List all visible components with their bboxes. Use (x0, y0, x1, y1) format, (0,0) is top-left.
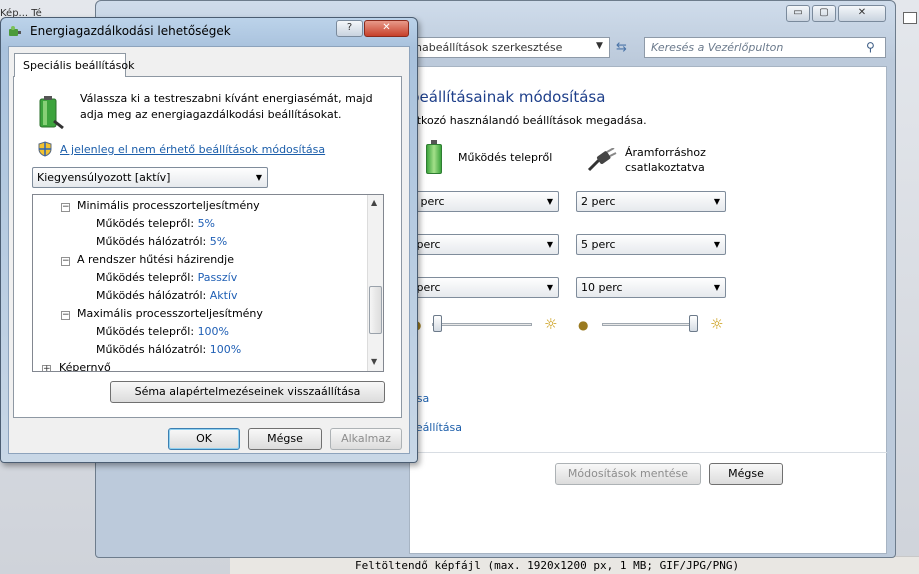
tree-item-value[interactable]: 100% (210, 343, 241, 356)
tree-item[interactable]: Működés hálózatról: 100% (96, 343, 241, 356)
tree-group-display[interactable]: Képernyő (59, 361, 111, 371)
tree-item[interactable]: Működés hálózatról: 5% (96, 235, 227, 248)
chevron-down-icon: ▼ (255, 173, 262, 182)
dim-brightness-icon: ● (578, 318, 589, 332)
tree-item-value[interactable]: Passzív (198, 271, 238, 284)
brightness-battery-slider[interactable] (432, 323, 532, 326)
search-input[interactable]: Keresés a Vezérlőpulton (644, 37, 886, 58)
display-off-ac-select[interactable]: 2 perc ▼ (576, 191, 726, 212)
collapse-toggle[interactable]: − (61, 311, 70, 320)
tree-item[interactable]: Működés telepről: 5% (96, 217, 215, 230)
battery-plug-icon (39, 96, 64, 130)
brightness-battery-thumb[interactable] (433, 315, 442, 332)
dialog-close-button[interactable]: ✕ (364, 20, 409, 37)
tree-group-max-cpu[interactable]: Maximális processzorteljesítmény (77, 307, 263, 320)
tree-scrollbar[interactable] (367, 195, 383, 371)
sleep-ac-select[interactable]: 5 perc ▼ (576, 234, 726, 255)
apply-button[interactable]: Alkalmaz (330, 428, 402, 450)
power-options-icon (9, 26, 21, 36)
battery-icon (426, 144, 442, 174)
cancel-button[interactable]: Mégse (248, 428, 322, 450)
divider (409, 452, 887, 453)
chevron-down-icon: ▼ (713, 240, 720, 249)
brightness-ac-slider[interactable] (602, 323, 698, 326)
scroll-down-icon[interactable]: ▼ (371, 357, 377, 366)
bright-brightness-icon: ☼ (544, 315, 558, 333)
uac-shield-icon (38, 141, 52, 157)
display-off-battery-select[interactable]: 2 perc ▼ (409, 191, 559, 212)
minimize-button[interactable]: ▭ (786, 5, 810, 22)
tree-item-label: Működés hálózatról: (96, 343, 207, 356)
intro-text: Válassza ki a testreszabni kívánt energi… (80, 92, 373, 121)
select-value: 10 perc (581, 281, 623, 294)
column-header-ac: Áramforráshoz csatlakoztatva (625, 145, 706, 175)
brightness-ac-thumb[interactable] (689, 315, 699, 332)
ok-button[interactable]: OK (168, 428, 240, 450)
refresh-icon[interactable]: ⇆ (616, 40, 627, 55)
tree-item[interactable]: Működés hálózatról: Aktív (96, 289, 238, 302)
settings-tree[interactable]: − Minimális processzorteljesítmény Működ… (32, 194, 384, 372)
tree-item[interactable]: Működés telepről: Passzív (96, 271, 237, 284)
restore-plan-defaults-button[interactable]: Séma alapértelmezéseinek visszaállítása (110, 381, 385, 403)
power-plan-select[interactable]: Kiegyensúlyozott [aktív] ▼ (32, 167, 268, 188)
save-changes-button[interactable]: Módosítások mentése (555, 463, 701, 485)
column-header-battery: Működés telepről (458, 151, 553, 164)
column-header-ac-line2: csatlakoztatva (625, 161, 705, 174)
upload-hint-text: Feltöltendő képfájl (max. 1920x1200 px, … (355, 559, 740, 572)
select-value: 5 perc (581, 238, 616, 251)
tree-item-label: Működés telepről: (96, 325, 195, 338)
change-unavailable-settings-link[interactable]: A jelenleg el nem érhető beállítások mód… (60, 143, 325, 156)
collapse-toggle[interactable]: − (61, 203, 70, 212)
tree-item-value[interactable]: 5% (198, 217, 215, 230)
address-dropdown-icon[interactable]: ▼ (596, 41, 603, 51)
expand-toggle[interactable]: + (42, 365, 51, 371)
chevron-down-icon: ▼ (713, 283, 720, 292)
select-value: 2 perc (581, 195, 616, 208)
tree-item-value[interactable]: Aktív (210, 289, 238, 302)
page-title: beállításainak módosítása (410, 88, 606, 106)
window-close-button[interactable]: ✕ (838, 5, 886, 22)
bright-brightness-icon: ☼ (710, 315, 724, 333)
hibernate-battery-select[interactable]: 5 perc ▼ (409, 277, 559, 298)
maximize-button[interactable]: ▢ (812, 5, 836, 22)
chevron-down-icon: ▼ (713, 197, 720, 206)
search-icon[interactable]: ⚲ (866, 40, 875, 54)
tree-item-value[interactable]: 100% (198, 325, 229, 338)
chevron-down-icon: ▼ (546, 283, 553, 292)
printer-icon (903, 12, 917, 24)
tree-item-label: Működés hálózatról: (96, 235, 207, 248)
tab-advanced-settings[interactable]: Speciális beállítások (14, 53, 134, 77)
sleep-battery-select[interactable]: 3 perc ▼ (409, 234, 559, 255)
tree-item-label: Működés telepről: (96, 217, 195, 230)
dialog-title: Energiagazdálkodási lehetőségek (30, 24, 231, 38)
tree-group-min-cpu[interactable]: Minimális processzorteljesítmény (77, 199, 260, 212)
back-cancel-button[interactable]: Mégse (709, 463, 783, 485)
chevron-down-icon: ▼ (546, 240, 553, 249)
tree-item[interactable]: Működés telepről: 100% (96, 325, 229, 338)
tree-item-label: Működés telepről: (96, 271, 195, 284)
tree-group-cooling-policy[interactable]: A rendszer hűtési házirendje (77, 253, 234, 266)
tree-item-label: Működés hálózatról: (96, 289, 207, 302)
hibernate-ac-select[interactable]: 10 perc ▼ (576, 277, 726, 298)
tree-item-value[interactable]: 5% (210, 235, 227, 248)
address-bar[interactable]: nabeállítások szerkesztése (410, 37, 610, 58)
chevron-down-icon: ▼ (546, 197, 553, 206)
scroll-up-icon[interactable]: ▲ (371, 198, 377, 207)
plug-icon (587, 148, 617, 172)
collapse-toggle[interactable]: − (61, 257, 70, 266)
help-button[interactable]: ? (336, 20, 363, 37)
page-subtitle: atkozó használandó beállítások megadása. (410, 114, 647, 127)
select-value: Kiegyensúlyozott [aktív] (37, 171, 171, 184)
column-header-ac-line1: Áramforráshoz (625, 146, 706, 159)
scrollbar-thumb[interactable] (369, 286, 382, 334)
